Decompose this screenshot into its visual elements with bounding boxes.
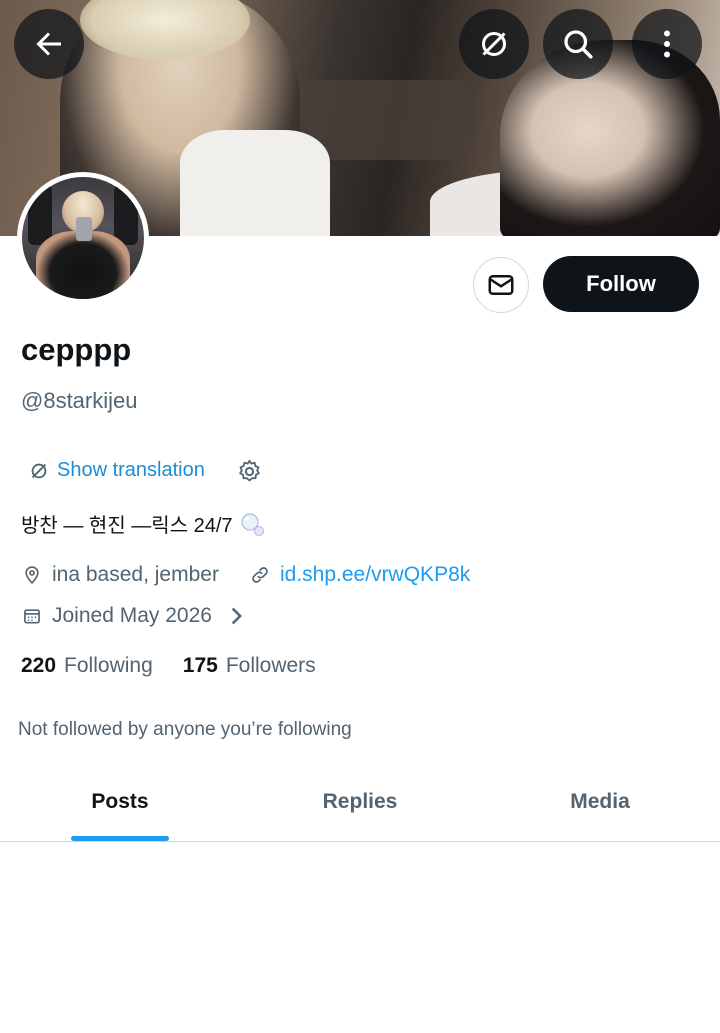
link-icon	[252, 567, 268, 583]
follow-stats: 220 Following 175 Followers	[21, 654, 316, 678]
following-link[interactable]: 220 Following	[21, 654, 153, 678]
chevron-right-icon	[231, 607, 242, 625]
followers-link[interactable]: 175 Followers	[183, 654, 316, 678]
arrow-left-icon	[36, 32, 61, 56]
search-icon	[564, 30, 593, 59]
more-button[interactable]	[632, 9, 702, 79]
show-translation-link[interactable]: Show translation	[57, 459, 205, 482]
message-button[interactable]	[473, 257, 529, 313]
follow-button[interactable]: Follow	[543, 256, 699, 312]
tab-posts[interactable]: Posts	[0, 762, 240, 841]
bio-text: 방찬 — 현진 —릭스 24/7	[21, 515, 233, 537]
location-pin-icon	[25, 566, 39, 585]
bio: 방찬 — 현진 —릭스 24/7	[21, 509, 265, 538]
profile-tabs: Posts Replies Media	[0, 762, 720, 842]
search-button[interactable]	[543, 9, 613, 79]
translate-icon	[31, 463, 47, 478]
translate-off-icon	[482, 32, 506, 56]
more-vertical-icon	[664, 30, 670, 58]
back-button[interactable]	[14, 9, 84, 79]
tab-media[interactable]: Media	[480, 762, 720, 841]
avatar[interactable]	[17, 172, 149, 304]
location-text: ina based, jember	[52, 563, 219, 586]
website[interactable]: id.shp.ee/vrwQKP8k	[250, 563, 470, 587]
following-count: 220	[21, 654, 57, 677]
display-name: cepppp	[21, 332, 132, 367]
joined-text: Joined May 2026	[52, 604, 212, 627]
joined-date[interactable]: Joined May 2026	[22, 604, 246, 628]
website-link[interactable]: id.shp.ee/vrwQKP8k	[280, 563, 470, 587]
not-followed-notice: Not followed by anyone you’re following	[18, 719, 352, 740]
show-translation[interactable]: Show translation	[28, 459, 205, 482]
translate-button[interactable]	[459, 9, 529, 79]
tab-replies[interactable]: Replies	[240, 762, 480, 841]
handle: @8starkijeu	[21, 388, 138, 413]
following-label: Following	[64, 654, 153, 677]
envelope-icon	[488, 275, 514, 295]
bubbles-emoji-icon	[240, 512, 264, 536]
followers-count: 175	[182, 654, 218, 677]
followers-label: Followers	[225, 654, 316, 677]
calendar-icon	[24, 609, 40, 624]
location: ina based, jember	[22, 563, 219, 587]
gear-icon[interactable]	[236, 458, 263, 485]
